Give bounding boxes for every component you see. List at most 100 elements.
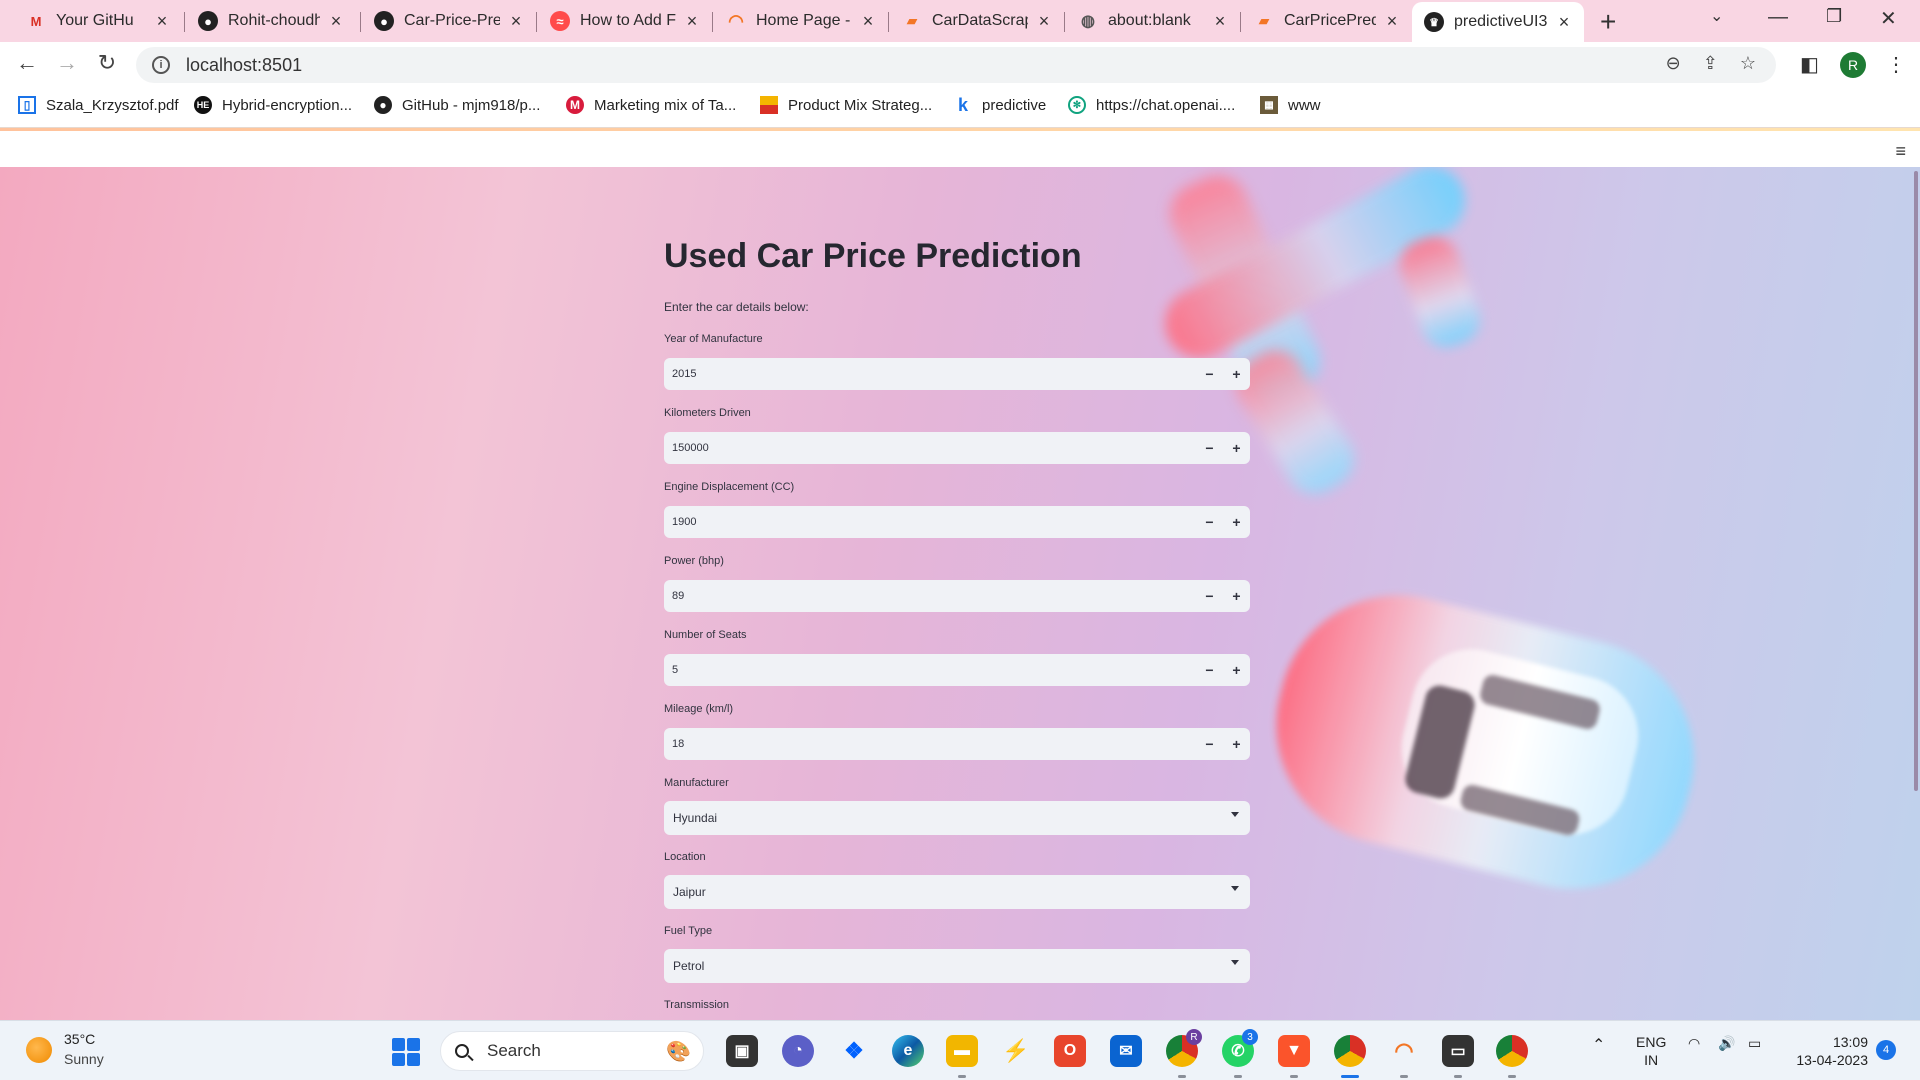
bookmark-item[interactable]: ▯ Szala_Krzysztof.pdf xyxy=(18,96,179,114)
power-input[interactable]: 89 − + xyxy=(664,580,1250,612)
year-input[interactable]: 2015 − + xyxy=(664,358,1250,390)
close-icon[interactable]: × xyxy=(682,11,702,32)
manufacturer-select[interactable]: Hyundai xyxy=(664,801,1250,835)
close-icon[interactable]: × xyxy=(326,11,346,32)
language-code: ENG xyxy=(1636,1034,1667,1050)
sun-icon[interactable] xyxy=(26,1037,52,1063)
tab-streamlit-forum[interactable]: ≈ How to Add F × xyxy=(538,3,712,39)
chevron-down-icon[interactable] xyxy=(1231,812,1239,817)
bookmark-item[interactable]: M Marketing mix of Ta... xyxy=(566,96,736,114)
tab-car-price-repo[interactable]: ● Car-Price-Pred × xyxy=(362,3,536,39)
taskbar-search[interactable]: Search 🎨 xyxy=(440,1031,704,1071)
restore-button[interactable]: ❐ xyxy=(1826,6,1842,27)
increment-button[interactable]: + xyxy=(1223,654,1250,686)
bookmark-item[interactable]: ▦ www xyxy=(1260,96,1321,114)
mileage-input[interactable]: 18 − + xyxy=(664,728,1250,760)
bookmark-item[interactable]: k predictive xyxy=(954,95,1046,115)
bookmark-star-icon[interactable]: ☆ xyxy=(1740,53,1756,74)
decrement-button[interactable]: − xyxy=(1196,728,1223,760)
tab-about-blank[interactable]: ◍ about:blank × xyxy=(1066,3,1240,39)
new-tab-button[interactable]: + xyxy=(1600,6,1616,38)
back-button[interactable]: ← xyxy=(12,50,42,76)
notification-badge[interactable]: 4 xyxy=(1876,1040,1896,1060)
increment-button[interactable]: + xyxy=(1223,728,1250,760)
wifi-icon[interactable]: ◠ xyxy=(1688,1035,1700,1052)
forward-button[interactable]: → xyxy=(52,50,82,76)
weather-condition[interactable]: Sunny xyxy=(64,1051,104,1067)
tab-search-chevron-icon[interactable]: ⌄ xyxy=(1710,6,1723,26)
close-icon[interactable]: × xyxy=(506,11,526,32)
bookmark-item[interactable]: Product Mix Strateg... xyxy=(760,96,932,114)
windows-start-button[interactable] xyxy=(392,1038,420,1066)
decrement-button[interactable]: − xyxy=(1196,432,1223,464)
mail-icon[interactable]: ✉ xyxy=(1110,1035,1142,1067)
minimize-button[interactable]: — xyxy=(1768,6,1788,29)
reload-button[interactable]: ↻ xyxy=(92,50,122,76)
address-bar[interactable]: i localhost:8501 ⊖ ⇪ ☆ xyxy=(136,47,1776,83)
bookmark-item[interactable]: HE Hybrid-encryption... xyxy=(194,96,352,114)
decrement-button[interactable]: − xyxy=(1196,506,1223,538)
profile-avatar[interactable]: R xyxy=(1840,52,1866,78)
language-indicator[interactable]: ENG IN xyxy=(1636,1033,1666,1069)
chevron-up-icon[interactable]: ⌃ xyxy=(1592,1035,1605,1055)
location-select[interactable]: Jaipur xyxy=(664,875,1250,909)
engine-value[interactable]: 1900 xyxy=(664,516,1196,528)
tab-rohit-github[interactable]: ● Rohit-choudh × xyxy=(186,3,356,39)
bookmark-item[interactable]: ✻ https://chat.openai.... xyxy=(1068,96,1235,114)
kilometers-input[interactable]: 150000 − + xyxy=(664,432,1250,464)
tab-predictive-ui[interactable]: ♛ predictiveUI3 × xyxy=(1412,2,1584,42)
share-icon[interactable]: ⇪ xyxy=(1703,53,1718,74)
close-window-button[interactable]: ✕ xyxy=(1880,6,1897,31)
tab-github[interactable]: M Your GitHu × xyxy=(0,3,182,39)
increment-button[interactable]: + xyxy=(1223,580,1250,612)
chevron-down-icon[interactable] xyxy=(1231,960,1239,965)
seats-value[interactable]: 5 xyxy=(664,664,1196,676)
file-explorer-icon[interactable]: ▬ xyxy=(946,1035,978,1067)
fuel-type-select[interactable]: Petrol xyxy=(664,949,1250,983)
hamburger-menu-icon[interactable]: ≡ xyxy=(1895,141,1906,162)
chrome-second-profile-icon[interactable] xyxy=(1496,1035,1528,1067)
battery-icon[interactable]: ▭ xyxy=(1748,1035,1761,1052)
close-icon[interactable]: × xyxy=(152,11,172,32)
tab-car-data-scraper[interactable]: ▰ CarDataScrap × xyxy=(890,3,1064,39)
office-icon[interactable]: O xyxy=(1054,1035,1086,1067)
close-icon[interactable]: × xyxy=(858,11,878,32)
menu-kebab-icon[interactable]: ⋮ xyxy=(1886,52,1906,77)
increment-button[interactable]: + xyxy=(1223,358,1250,390)
jupyter-icon[interactable]: ◠ xyxy=(1388,1035,1420,1067)
chrome-icon[interactable] xyxy=(1334,1035,1366,1067)
close-icon[interactable]: × xyxy=(1554,12,1574,33)
task-view-icon[interactable]: ▣ xyxy=(726,1035,758,1067)
decrement-button[interactable]: − xyxy=(1196,358,1223,390)
kilometers-value[interactable]: 150000 xyxy=(664,442,1196,454)
clock[interactable]: 13:09 13-04-2023 xyxy=(1786,1033,1868,1069)
power-value[interactable]: 89 xyxy=(664,590,1196,602)
tab-car-price-notebook[interactable]: ▰ CarPricePredi × xyxy=(1242,3,1412,39)
zoom-icon[interactable]: ⊖ xyxy=(1666,53,1681,74)
tab-jupyter-home[interactable]: ◠ Home Page - S × xyxy=(714,3,888,39)
increment-button[interactable]: + xyxy=(1223,432,1250,464)
volume-icon[interactable]: 🔊 xyxy=(1718,1035,1735,1052)
engine-input[interactable]: 1900 − + xyxy=(664,506,1250,538)
vscode-icon[interactable]: ⚡ xyxy=(1000,1035,1032,1067)
chevron-down-icon[interactable] xyxy=(1231,886,1239,891)
close-icon[interactable]: × xyxy=(1382,11,1402,32)
increment-button[interactable]: + xyxy=(1223,506,1250,538)
decrement-button[interactable]: − xyxy=(1196,654,1223,686)
site-info-icon[interactable]: i xyxy=(152,56,170,74)
edge-icon[interactable]: e xyxy=(892,1035,924,1067)
brave-icon[interactable]: ▼ xyxy=(1278,1035,1310,1067)
close-icon[interactable]: × xyxy=(1210,11,1230,32)
decrement-button[interactable]: − xyxy=(1196,580,1223,612)
side-panel-icon[interactable]: ◧ xyxy=(1800,52,1819,77)
year-value[interactable]: 2015 xyxy=(664,368,1196,380)
chat-icon[interactable]: ◔ xyxy=(782,1035,814,1067)
dropbox-icon[interactable]: ❖ xyxy=(838,1035,870,1067)
bookmark-item[interactable]: ● GitHub - mjm918/p... xyxy=(374,96,540,114)
weather-temperature[interactable]: 35°C xyxy=(64,1031,95,1047)
mileage-value[interactable]: 18 xyxy=(664,738,1196,750)
seats-input[interactable]: 5 − + xyxy=(664,654,1250,686)
close-icon[interactable]: × xyxy=(1034,11,1054,32)
scrollbar[interactable] xyxy=(1914,171,1918,791)
terminal-icon[interactable]: ▭ xyxy=(1442,1035,1474,1067)
